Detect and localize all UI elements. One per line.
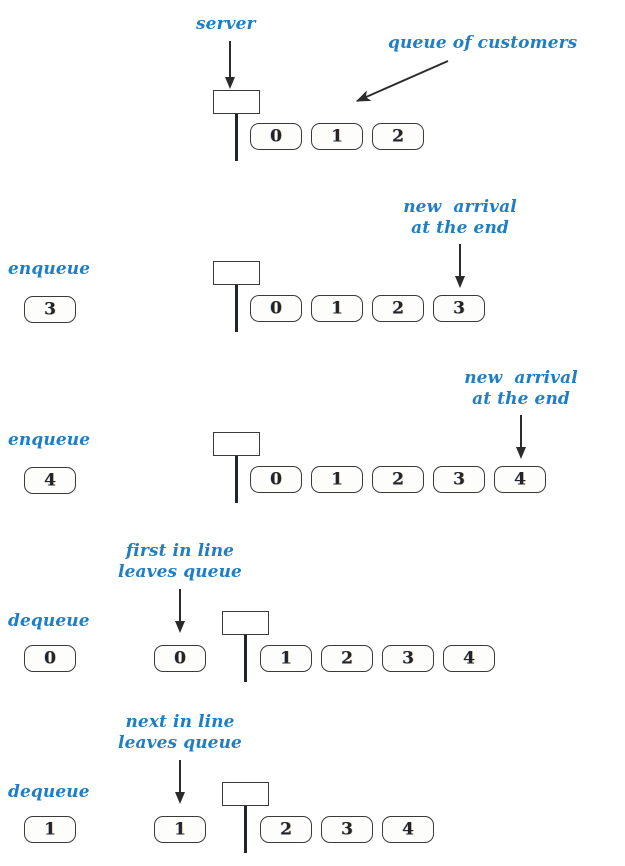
arrow-head — [515, 447, 526, 459]
queue-cell: 3 — [433, 466, 485, 493]
queue-cell: 3 — [382, 645, 434, 672]
server-post — [244, 635, 247, 682]
server-post — [244, 806, 247, 853]
server-head — [213, 261, 260, 285]
new-arrival-arrow — [513, 415, 529, 459]
arrow-shaft — [179, 589, 181, 623]
cell-value: 2 — [341, 648, 353, 668]
dequeue-op-label: dequeue — [8, 611, 90, 631]
server-post — [235, 456, 238, 503]
enqueue-op-label: enqueue — [8, 430, 91, 450]
arrow-shaft — [179, 760, 181, 794]
cell-value: 1 — [174, 819, 186, 839]
server-head — [222, 611, 269, 635]
new-arrival-label-line2: at the end — [411, 218, 509, 238]
cell-value: 3 — [402, 648, 414, 668]
cell-value: 1 — [331, 469, 343, 489]
cell-value: 1 — [280, 648, 292, 668]
queue-cell: 1 — [311, 123, 363, 150]
arrow-head — [224, 77, 235, 89]
new-arrival-arrow — [452, 244, 468, 288]
departed-cell: 1 — [154, 816, 206, 843]
cell-value: 4 — [514, 469, 526, 489]
new-arrival-label-line1: new arrival — [464, 368, 578, 388]
server-pointer-arrow — [222, 41, 238, 89]
operand-cell: 3 — [24, 296, 76, 323]
queue-cell: 4 — [494, 466, 546, 493]
cell-value: 0 — [270, 126, 282, 146]
server-head — [213, 432, 260, 456]
cell-value: 0 — [174, 648, 186, 668]
cell-value: 1 — [331, 298, 343, 318]
cell-value: 0 — [270, 298, 282, 318]
queue-cell: 2 — [260, 816, 312, 843]
queue-cell: 2 — [372, 123, 424, 150]
queue-cell: 3 — [321, 816, 373, 843]
queue-cell: 2 — [321, 645, 373, 672]
first-in-line-label-line2: leaves queue — [118, 562, 242, 582]
departed-cell: 0 — [154, 645, 206, 672]
cell-value: 2 — [280, 819, 292, 839]
cell-value: 3 — [44, 299, 56, 319]
cell-value: 3 — [453, 298, 465, 318]
queue-cell: 2 — [372, 466, 424, 493]
first-in-line-label-line1: first in line — [125, 541, 235, 561]
cell-value: 0 — [44, 648, 56, 668]
cell-value: 4 — [402, 819, 414, 839]
queue-of-customers-label: queue of customers — [388, 33, 578, 53]
queue-cell: 0 — [250, 466, 302, 493]
new-arrival-label-line2: at the end — [472, 389, 570, 409]
dequeue-op-label: dequeue — [8, 782, 90, 802]
next-in-line-label-line2: leaves queue — [118, 733, 242, 753]
queue-cell: 4 — [382, 816, 434, 843]
queue-cell: 3 — [433, 295, 485, 322]
cell-value: 4 — [44, 470, 56, 490]
cell-value: 4 — [463, 648, 475, 668]
queue-of-customers-arrow — [355, 60, 449, 102]
queue-cell: 4 — [443, 645, 495, 672]
server-head — [213, 90, 260, 114]
cell-value: 2 — [392, 298, 404, 318]
operand-cell: 1 — [24, 816, 76, 843]
cell-value: 1 — [44, 819, 56, 839]
operand-cell: 4 — [24, 467, 76, 494]
queue-cell: 1 — [311, 295, 363, 322]
arrow-shaft — [459, 244, 461, 278]
cell-value: 1 — [331, 126, 343, 146]
cell-value: 2 — [392, 469, 404, 489]
arrow-head — [174, 621, 185, 633]
arrow-head — [174, 792, 185, 804]
server-post — [235, 114, 238, 161]
arrow-shaft — [229, 41, 231, 79]
queue-cell: 1 — [260, 645, 312, 672]
first-in-line-arrow — [172, 589, 188, 633]
next-in-line-arrow — [172, 760, 188, 804]
queue-cell: 0 — [250, 295, 302, 322]
cell-value: 3 — [341, 819, 353, 839]
cell-value: 3 — [453, 469, 465, 489]
queue-cell: 2 — [372, 295, 424, 322]
server-label: server — [196, 14, 256, 34]
server-post — [235, 285, 238, 332]
next-in-line-label-line1: next in line — [125, 712, 235, 732]
arrow-shaft — [520, 415, 522, 449]
server-head — [222, 782, 269, 806]
arrow-head — [454, 276, 465, 288]
cell-value: 2 — [392, 126, 404, 146]
queue-cell: 0 — [250, 123, 302, 150]
enqueue-op-label: enqueue — [8, 259, 91, 279]
queue-diagram: server queue of customers 0 1 2 new arri… — [0, 0, 625, 866]
queue-cell: 1 — [311, 466, 363, 493]
cell-value: 0 — [270, 469, 282, 489]
new-arrival-label-line1: new arrival — [403, 197, 517, 217]
operand-cell: 0 — [24, 645, 76, 672]
